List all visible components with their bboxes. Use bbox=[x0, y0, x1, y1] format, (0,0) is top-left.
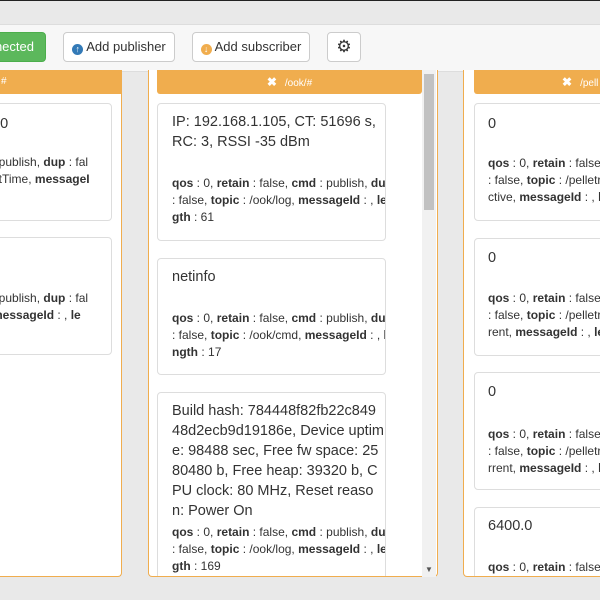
arrow-up-circle-icon: ↑ bbox=[72, 44, 84, 55]
connected-button[interactable]: nected bbox=[0, 32, 46, 62]
panel-header[interactable]: # bbox=[0, 70, 121, 94]
toolbar: nected ↑Add publisher ↓Add subscriber ⚙ bbox=[0, 24, 600, 72]
panel-header[interactable]: ✖ /ook/# bbox=[157, 70, 422, 94]
message-card: 0 qos : 0, retain : false : false, topic… bbox=[474, 372, 600, 490]
message-text: IP: 192.168.1.105, CT: 51696 s, RC: 3, R… bbox=[172, 114, 376, 150]
message-text: 6400.0 bbox=[488, 518, 533, 534]
message-meta: qos : 0, retain : false, cmd : publish, … bbox=[172, 525, 386, 573]
message-meta: : publish, dup : fal etTime, messageI bbox=[0, 155, 90, 186]
message-card: 6400.0 qos : 0, retain : false bbox=[474, 507, 600, 576]
add-subscriber-button[interactable]: ↓ Add subscriber bbox=[192, 32, 310, 62]
window-top-edge bbox=[0, 0, 600, 1]
panel-header[interactable]: ✖ /pell bbox=[474, 70, 600, 94]
scrollbar-thumb[interactable] bbox=[424, 74, 434, 210]
message-card: 0 qos : 0, retain : false : false, topic… bbox=[474, 103, 600, 221]
settings-button[interactable]: ⚙ bbox=[327, 32, 361, 62]
add-subscriber-label: Add subscriber bbox=[214, 39, 302, 54]
topic-label: # bbox=[1, 76, 7, 87]
message-text: netinfo bbox=[172, 269, 216, 285]
message-text: 0 bbox=[488, 116, 497, 132]
message-card: : publish, dup : fal messageId : , le bbox=[0, 237, 112, 355]
message-meta: qos : 0, retain : false : false, topic :… bbox=[488, 156, 600, 204]
message-card: netinfo qos : 0, retain : false, cmd : p… bbox=[157, 258, 386, 375]
add-publisher-button[interactable]: ↑ Add publisher bbox=[63, 32, 175, 62]
subscriber-panel-ook: ✖ /ook/# IP: 192.168.1.105, CT: 51696 s, … bbox=[148, 70, 438, 577]
message-meta: qos : 0, retain : false : false, topic :… bbox=[488, 427, 600, 475]
message-text: 0 bbox=[488, 384, 497, 400]
message-card: IP: 192.168.1.105, CT: 51696 s, RC: 3, R… bbox=[157, 103, 386, 241]
message-meta: qos : 0, retain : false, cmd : publish, … bbox=[172, 311, 386, 359]
topic-label: /ook/# bbox=[284, 78, 313, 89]
message-meta: qos : 0, retain : false bbox=[488, 560, 600, 574]
close-icon[interactable]: ✖ bbox=[267, 75, 277, 89]
close-icon[interactable]: ✖ bbox=[562, 75, 572, 89]
arrow-down-circle-icon: ↓ bbox=[200, 44, 212, 55]
message-meta: qos : 0, retain : false, cmd : publish, … bbox=[172, 176, 386, 224]
subscriber-panel-pell: ✖ /pell 0 qos : 0, retain : false : false… bbox=[463, 70, 600, 577]
message-text: 20 bbox=[0, 116, 9, 132]
message-card: 20 : publish, dup : fal etTime, messageI bbox=[0, 103, 112, 221]
message-card: 0 qos : 0, retain : false : false, topic… bbox=[474, 238, 600, 356]
window-bottom-edge bbox=[0, 594, 600, 600]
message-meta: : publish, dup : fal messageId : , le bbox=[0, 291, 89, 322]
message-card: Build hash: 784448f82fb22c84948d2ecb9d19… bbox=[157, 392, 386, 576]
message-text: Build hash: 784448f82fb22c84948d2ecb9d19… bbox=[172, 403, 385, 519]
panel-scrollbar[interactable]: ▼ bbox=[422, 70, 436, 577]
subscriber-panel-left: # 20 : publish, dup : fal etTime, messag… bbox=[0, 70, 122, 577]
add-publisher-label: Add publisher bbox=[86, 39, 166, 54]
topic-label: /pell bbox=[580, 78, 599, 89]
message-meta: qos : 0, retain : false : false, topic :… bbox=[488, 291, 600, 339]
message-text: 0 bbox=[488, 250, 497, 266]
scroll-down-arrow-icon[interactable]: ▼ bbox=[425, 565, 433, 574]
gear-icon: ⚙ bbox=[336, 37, 352, 56]
